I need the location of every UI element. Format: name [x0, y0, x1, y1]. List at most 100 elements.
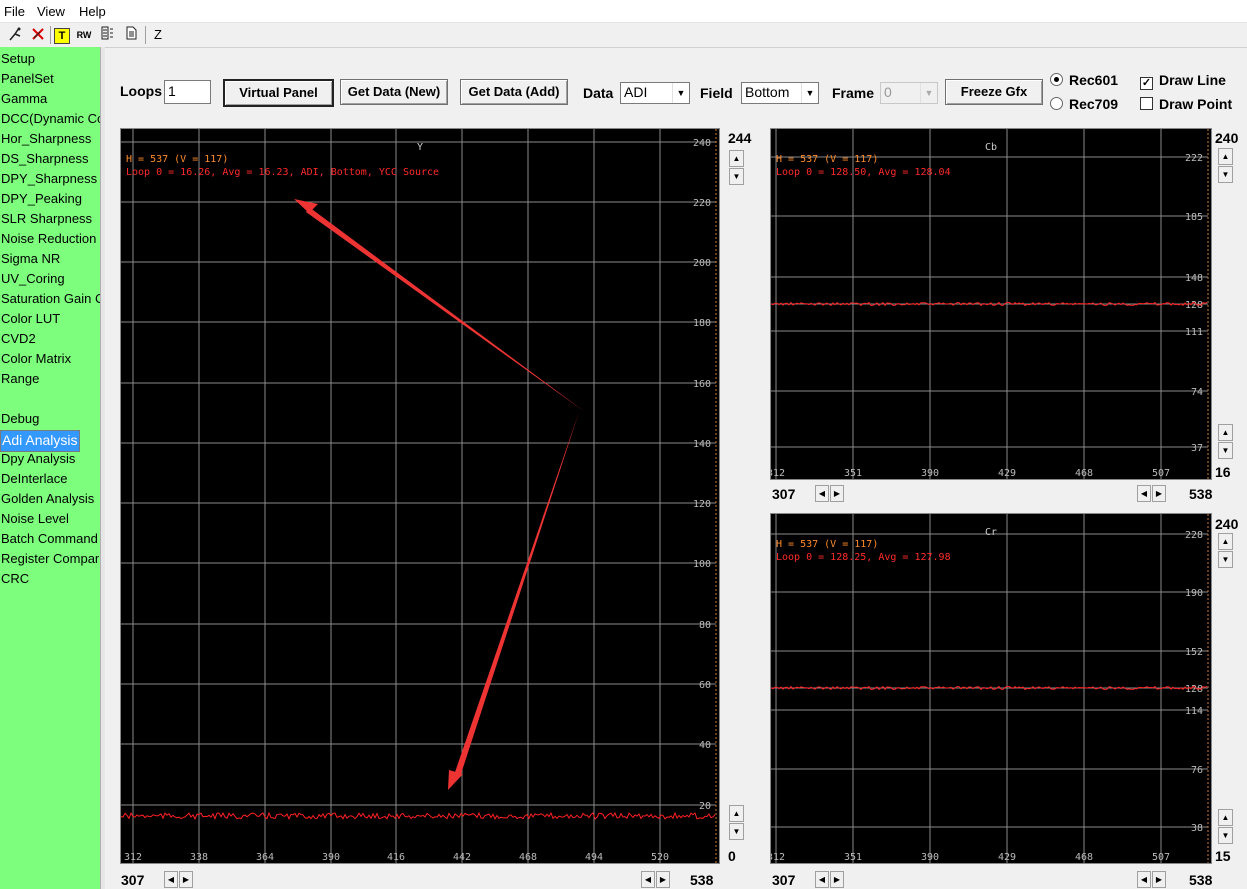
sidebar-item[interactable]: Debug	[1, 410, 39, 427]
sidebar-item[interactable]: Dpy Analysis	[1, 450, 75, 467]
cr-plot[interactable]: 2281901521281147638312351390429468507CrH…	[770, 513, 1212, 864]
arrow-left-icon[interactable]: ◀	[1137, 871, 1151, 888]
get-data-new-button[interactable]: Get Data (New)	[340, 79, 448, 105]
x-tick-label: 507	[1152, 468, 1170, 479]
rec601-radio[interactable]: Rec601	[1050, 72, 1118, 88]
arrow-left-icon[interactable]: ◀	[641, 871, 655, 888]
toolbar: T RW Z	[0, 22, 1247, 48]
arrow-down-icon[interactable]: ▼	[729, 823, 744, 840]
arrow-right-icon[interactable]: ▶	[830, 871, 844, 888]
sidebar-item[interactable]: Setup	[1, 50, 35, 67]
arrow-up-icon[interactable]: ▲	[1218, 533, 1233, 550]
cb-x-end-scroller[interactable]: ◀ ▶	[1137, 485, 1177, 502]
sidebar-item[interactable]: Adi Analysis	[0, 430, 81, 452]
arrow-down-icon[interactable]: ▼	[1218, 442, 1233, 459]
sidebar-item[interactable]: DCC(Dynamic Co	[1, 110, 100, 127]
cb-x-start-scroller[interactable]: ◀ ▶	[815, 485, 855, 502]
menu-view[interactable]: View	[37, 4, 65, 19]
arrow-left-icon[interactable]: ◀	[164, 871, 178, 888]
arrow-up-icon[interactable]: ▲	[729, 805, 744, 822]
sidebar-item[interactable]: UV_Coring	[1, 270, 65, 287]
sidebar-item[interactable]: Batch Command	[1, 530, 98, 547]
menu-help[interactable]: Help	[79, 4, 106, 19]
cr-bottom-spinner[interactable]: ▲ ▼	[1218, 809, 1233, 844]
rw-icon[interactable]: RW	[75, 26, 93, 44]
cb-x-start: 307	[772, 486, 796, 502]
y-x-start-scroller[interactable]: ◀ ▶	[164, 871, 204, 888]
sidebar-item[interactable]: Color Matrix	[1, 350, 71, 367]
arrow-left-icon[interactable]: ◀	[1137, 485, 1151, 502]
arrow-up-icon[interactable]: ▲	[1218, 424, 1233, 441]
virtual-panel-button[interactable]: Virtual Panel	[223, 79, 334, 107]
plot-title: Y	[417, 142, 423, 153]
arrow-right-icon[interactable]: ▶	[830, 485, 844, 502]
get-data-add-button[interactable]: Get Data (Add)	[460, 79, 568, 105]
document-icon[interactable]	[122, 26, 140, 44]
sidebar-item[interactable]: Saturation Gain C	[1, 290, 100, 307]
draw-line-checkbox[interactable]: ✓ Draw Line	[1140, 72, 1226, 90]
data-select-value: ADI	[624, 84, 648, 100]
arrow-up-icon[interactable]: ▲	[1218, 148, 1233, 165]
arrow-right-icon[interactable]: ▶	[179, 871, 193, 888]
sidebar-item[interactable]: Golden Analysis	[1, 490, 94, 507]
rec709-radio[interactable]: Rec709	[1050, 96, 1118, 112]
sidebar-item[interactable]: CRC	[1, 570, 29, 587]
cb-top-spinner[interactable]: ▲ ▼	[1218, 148, 1233, 183]
arrow-up-icon[interactable]: ▲	[729, 150, 744, 167]
arrow-left-icon[interactable]: ◀	[815, 871, 829, 888]
arrow-right-icon[interactable]: ▶	[656, 871, 670, 888]
chevron-down-icon: ▼	[920, 83, 937, 103]
sidebar-item[interactable]: Register Compar	[1, 550, 99, 567]
draw-point-checkbox[interactable]: Draw Point	[1140, 96, 1232, 112]
arrow-up-icon[interactable]: ▲	[1218, 809, 1233, 826]
sidebar-item[interactable]: Range	[1, 370, 39, 387]
cr-x-start-scroller[interactable]: ◀ ▶	[815, 871, 855, 888]
field-select[interactable]: Bottom ▼	[741, 82, 819, 104]
x-tick-label: 390	[921, 468, 939, 479]
sidebar-item[interactable]: DPY_Peaking	[1, 190, 82, 207]
sidebar-item[interactable]: DeInterlace	[1, 470, 67, 487]
z-icon[interactable]: Z	[149, 26, 167, 44]
sidebar-splitter[interactable]	[100, 47, 105, 889]
data-select[interactable]: ADI ▼	[620, 82, 690, 104]
sidebar-item[interactable]: Gamma	[1, 90, 47, 107]
cb-plot[interactable]: 2221851481281117437312351390429468507CbH…	[770, 128, 1212, 480]
y-bottom-spinner[interactable]: ▲ ▼	[729, 805, 744, 840]
cr-top-spinner[interactable]: ▲ ▼	[1218, 533, 1233, 568]
sidebar-item[interactable]: Color LUT	[1, 310, 60, 327]
arrow-down-icon[interactable]: ▼	[1218, 827, 1233, 844]
info-h-text: H = 537 (V = 117)	[126, 154, 228, 165]
arrow-left-icon[interactable]: ◀	[815, 485, 829, 502]
y-tick-label: 114	[1185, 706, 1203, 717]
cb-bottom-spinner[interactable]: ▲ ▼	[1218, 424, 1233, 459]
sidebar-item[interactable]: CVD2	[1, 330, 36, 347]
x-tick-label: 429	[998, 468, 1016, 479]
loops-input[interactable]: 1	[164, 80, 211, 104]
cr-x-end-scroller[interactable]: ◀ ▶	[1137, 871, 1177, 888]
sidebar-item[interactable]: SLR Sharpness	[1, 210, 92, 227]
sidebar-item[interactable]: DS_Sharpness	[1, 150, 88, 167]
sidebar-item[interactable]: Hor_Sharpness	[1, 130, 91, 147]
register-list-icon[interactable]	[98, 26, 116, 44]
arrow-down-icon[interactable]: ▼	[1218, 166, 1233, 183]
sidebar-item[interactable]: Noise Level	[1, 510, 69, 527]
sidebar-item[interactable]: DPY_Sharpness	[1, 170, 97, 187]
text-t-icon[interactable]: T	[54, 28, 70, 44]
disconnect-icon[interactable]	[29, 26, 47, 44]
y-top-spinner[interactable]: ▲ ▼	[729, 150, 744, 185]
arrow-down-icon[interactable]: ▼	[1218, 551, 1233, 568]
sidebar-item[interactable]: Sigma NR	[1, 250, 60, 267]
sidebar-item[interactable]: Noise Reduction	[1, 230, 96, 247]
y-tick-label: 40	[699, 740, 711, 751]
connect-icon[interactable]	[6, 26, 24, 44]
arrow-right-icon[interactable]: ▶	[1152, 871, 1166, 888]
arrow-right-icon[interactable]: ▶	[1152, 485, 1166, 502]
y-plot[interactable]: 240 220 200 180 160 140 120 100 80 60 40 20 312 338 36…	[120, 128, 720, 864]
freeze-gfx-button[interactable]: Freeze Gfx	[945, 79, 1043, 105]
arrow-down-icon[interactable]: ▼	[729, 168, 744, 185]
frame-select[interactable]: 0 ▼	[880, 82, 938, 104]
y-x-end-scroller[interactable]: ◀ ▶	[641, 871, 681, 888]
sidebar-item[interactable]: PanelSet	[1, 70, 54, 87]
rec601-label: Rec601	[1069, 72, 1119, 88]
menu-file[interactable]: File	[4, 4, 25, 19]
